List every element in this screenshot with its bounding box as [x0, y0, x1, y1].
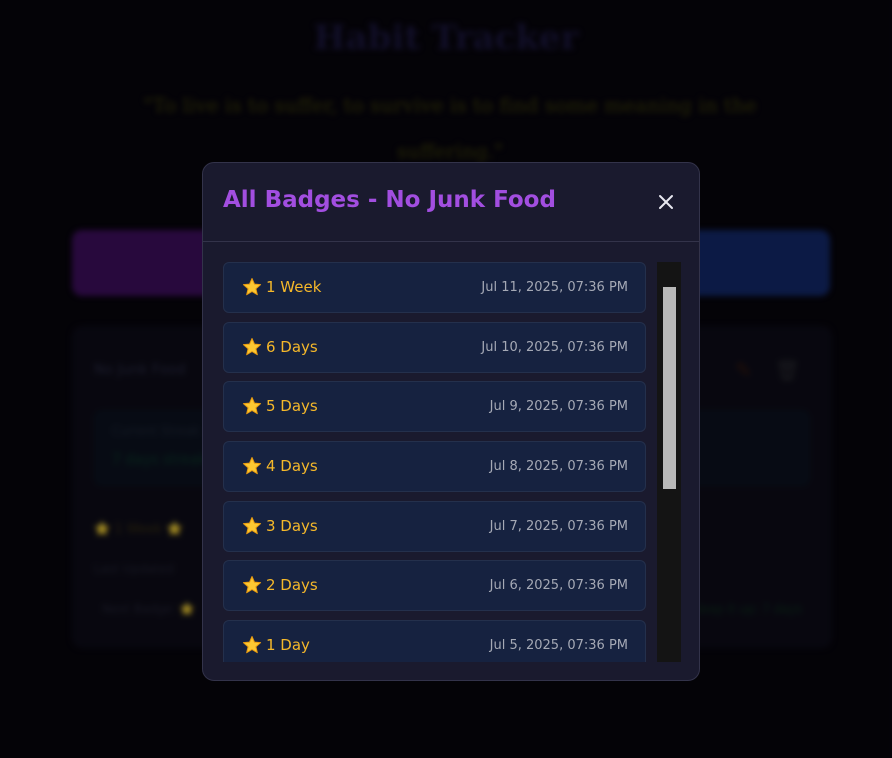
star-icon	[242, 337, 262, 355]
star-icon	[242, 457, 262, 475]
badge-date: Jul 5, 2025, 07:36 PM	[489, 638, 628, 654]
badge-item: 2 Days Jul 6, 2025, 07:36 PM	[223, 560, 646, 612]
scrollbar-track[interactable]	[657, 262, 681, 662]
badge-name: 4 Days	[266, 457, 318, 476]
badges-modal: All Badges - No Junk Food 1 Week Jul 11, …	[202, 162, 700, 681]
badge-date: Jul 6, 2025, 07:36 PM	[489, 578, 628, 594]
badge-date: Jul 10, 2025, 07:36 PM	[481, 339, 628, 355]
star-icon	[242, 636, 262, 654]
star-icon	[242, 576, 262, 594]
badge-item: 6 Days Jul 10, 2025, 07:36 PM	[223, 321, 646, 373]
close-button[interactable]	[651, 187, 681, 217]
badge-item: 1 Day Jul 5, 2025, 07:36 PM	[223, 620, 646, 662]
badge-name: 6 Days	[266, 337, 318, 356]
badge-date: Jul 9, 2025, 07:36 PM	[489, 399, 628, 415]
close-icon	[659, 195, 673, 209]
badge-name: 2 Days	[266, 576, 318, 595]
page: Habit Tracker "To live is to suffer, to …	[0, 0, 892, 758]
badge-item: 4 Days Jul 8, 2025, 07:36 PM	[223, 441, 646, 493]
badge-date: Jul 8, 2025, 07:36 PM	[489, 459, 628, 475]
star-icon	[242, 397, 262, 415]
badge-date: Jul 11, 2025, 07:36 PM	[481, 280, 628, 295]
badge-name: 3 Days	[266, 516, 318, 535]
scrollbar-thumb[interactable]	[663, 287, 676, 489]
badge-item: 1 Week Jul 11, 2025, 07:36 PM	[223, 262, 646, 313]
badge-date: Jul 7, 2025, 07:36 PM	[489, 518, 628, 534]
badge-item: 3 Days Jul 7, 2025, 07:36 PM	[223, 500, 646, 552]
badge-name: 1 Day	[266, 636, 310, 655]
badge-name: 5 Days	[266, 397, 318, 416]
badges-scroll-area[interactable]: 1 Week Jul 11, 2025, 07:36 PM 6 Days Jul 10…	[223, 262, 681, 662]
star-icon	[242, 277, 262, 296]
modal-title: All Badges - No Junk Food	[223, 187, 556, 213]
modal-header: All Badges - No Junk Food	[203, 163, 699, 242]
badge-list: 1 Week Jul 11, 2025, 07:36 PM 6 Days Jul 10…	[223, 262, 646, 662]
badge-item: 5 Days Jul 9, 2025, 07:36 PM	[223, 381, 646, 433]
badge-name: 1 Week	[266, 278, 322, 296]
star-icon	[242, 516, 262, 534]
